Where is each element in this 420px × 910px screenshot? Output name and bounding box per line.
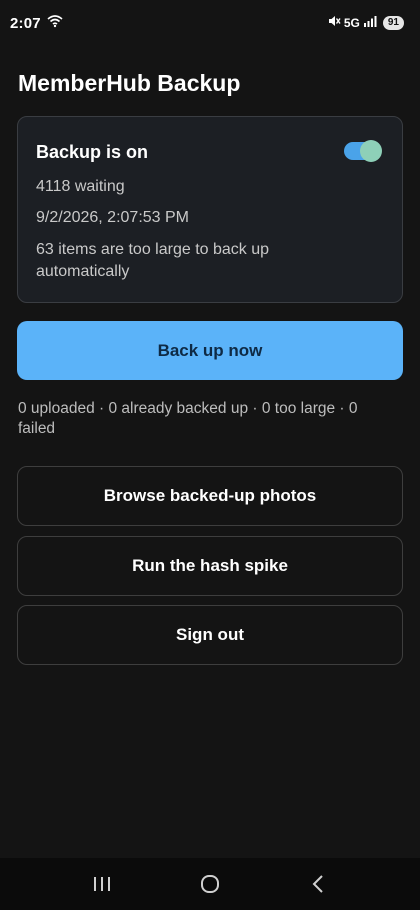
last-backup-timestamp: 9/2/2026, 2:07:53 PM bbox=[36, 209, 189, 226]
upload-summary: 0 uploaded · 0 already backed up · 0 too… bbox=[18, 400, 358, 437]
clock: 2:07 bbox=[10, 14, 41, 32]
home-icon[interactable] bbox=[188, 862, 232, 906]
large-items-note: 63 items are too large to back up automa… bbox=[36, 241, 270, 280]
system-nav-bar bbox=[0, 858, 420, 910]
signal-icon bbox=[363, 14, 377, 32]
hash-spike-button[interactable]: Run the hash spike bbox=[17, 536, 403, 596]
mute-icon bbox=[327, 14, 341, 33]
toggle-knob bbox=[360, 140, 382, 162]
recents-icon[interactable] bbox=[80, 862, 124, 906]
page-title: MemberHub Backup bbox=[18, 70, 241, 96]
status-right: 5G 91 bbox=[327, 14, 404, 33]
waiting-count: 4118 waiting bbox=[36, 178, 125, 195]
battery-indicator: 91 bbox=[382, 16, 404, 30]
backup-toggle[interactable] bbox=[344, 140, 382, 162]
browse-photos-button[interactable]: Browse backed-up photos bbox=[17, 466, 403, 526]
status-bar: 2:07 5G 91 bbox=[0, 0, 420, 46]
back-icon[interactable] bbox=[296, 862, 340, 906]
backup-status-title: Backup is on bbox=[36, 142, 149, 162]
status-left: 2:07 bbox=[10, 14, 63, 33]
sign-out-button[interactable]: Sign out bbox=[17, 605, 403, 665]
back-up-now-button[interactable]: Back up now bbox=[17, 321, 403, 380]
network-type: 5G bbox=[343, 16, 360, 30]
wifi-icon bbox=[47, 14, 63, 33]
backup-status-card: Backup is on 4118 waiting 9/2/2026, 2:07… bbox=[17, 116, 403, 303]
